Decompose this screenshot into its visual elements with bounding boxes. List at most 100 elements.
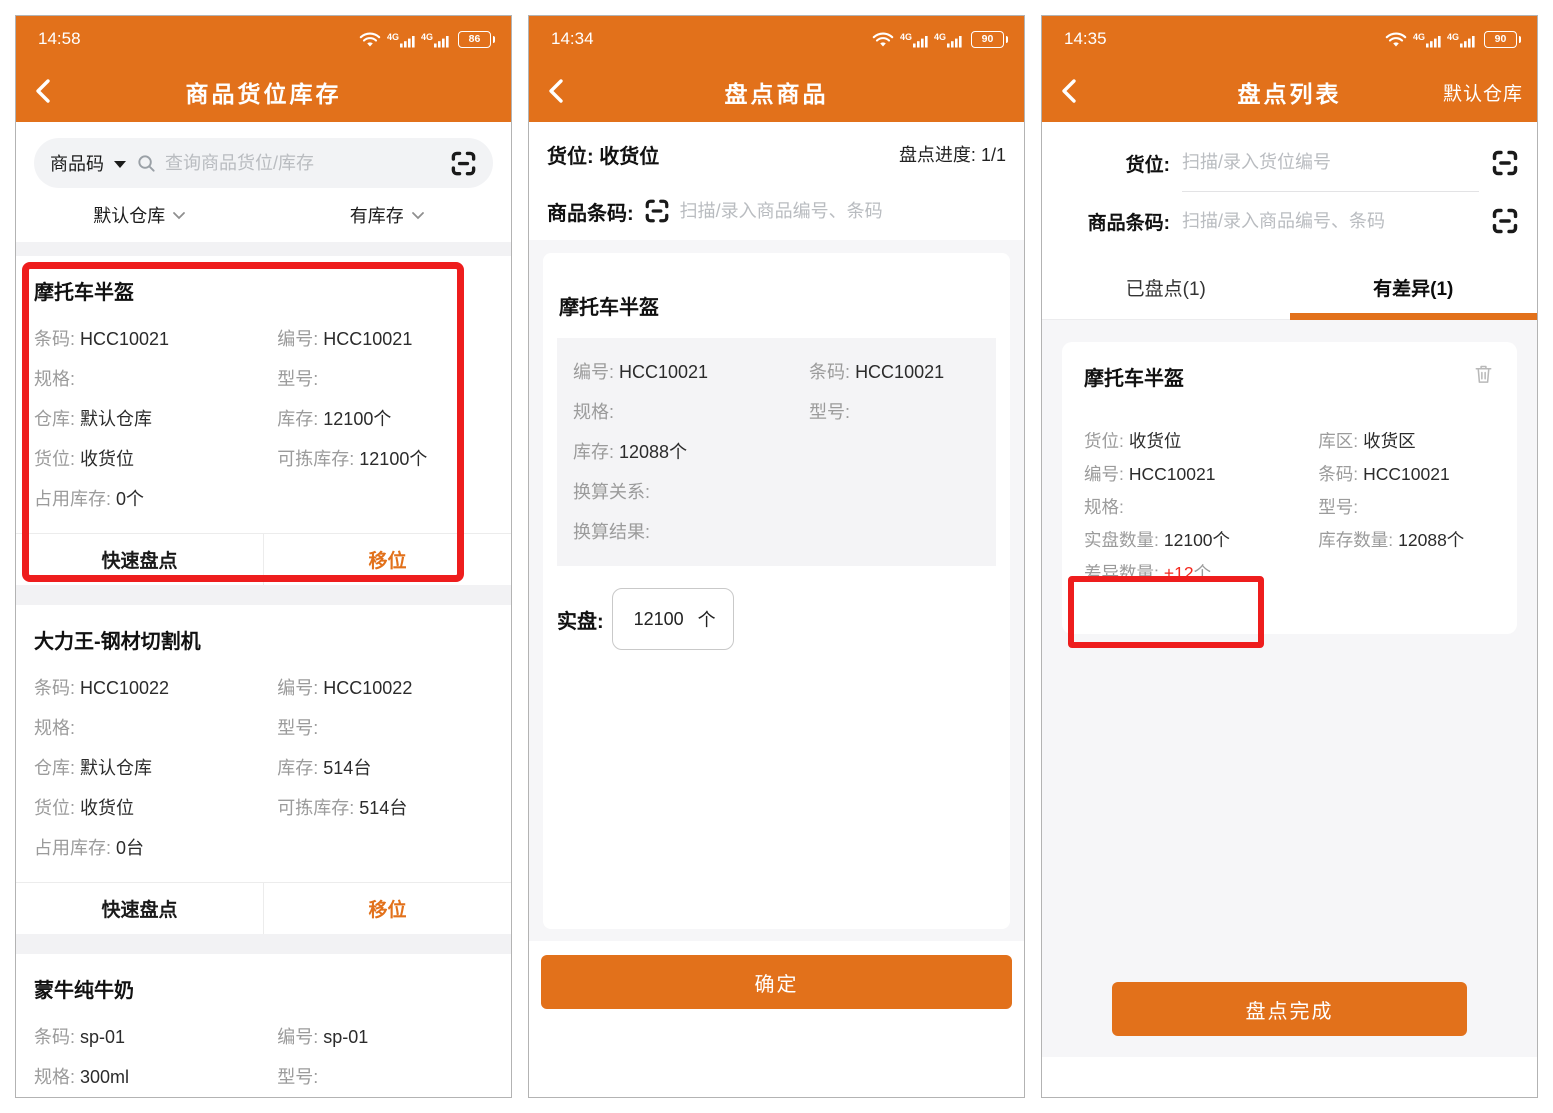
move-button[interactable]: 移位 [263,883,511,934]
battery-level: 90 [971,31,1004,48]
scan-inputs: 货位: 商品条码: [1042,122,1537,250]
barcode-label: 商品条码: [1060,208,1170,235]
status-bar: 14:58 4G 4G 86 [16,16,511,62]
divider [16,242,511,256]
signal-4g-icon: 4G [1413,35,1442,48]
annotation-red-box [22,262,464,582]
product-title: 蒙牛纯牛奶 [34,970,493,1017]
search-bar[interactable]: 商品码 [34,138,493,188]
footer: 盘点完成 [1112,982,1467,1036]
product-row: 换算结果: [573,512,980,552]
product-title: 大力王-钢材切割机 [34,621,493,668]
signal-4g-icon: 4G [900,35,929,48]
battery-icon: 90 [971,31,1008,48]
barcode-label: 商品条码: [547,197,634,226]
product-card: 蒙牛纯牛奶 条码:sp-01 编号:sp-01 规格:300ml 型号: [16,954,511,1097]
footer: 确定 [529,941,1024,1072]
count-body: 摩托车半盔 编号:HCC10021 条码:HCC10021 规格: 型号: 库存… [529,240,1024,941]
screenshot-collage: 14:58 4G 4G 86 商品货位库存 商品码 默认仓库 有库存 [0,0,1553,1113]
warehouse-filter[interactable]: 默认仓库 [16,202,264,228]
actual-count-field[interactable]: 个 [612,588,734,650]
barcode-input-row: 商品条码: [1060,192,1519,250]
product-row: 条码:sp-01 编号:sp-01 [34,1017,493,1057]
product-row: 占用库存:0台 [34,828,493,868]
unit-label: 个 [698,606,716,632]
warehouse-selector[interactable]: 默认仓库 [1443,79,1523,106]
divider [16,585,511,605]
divider [16,934,511,954]
battery-level: 86 [458,31,491,48]
status-time: 14:35 [1064,29,1107,49]
location-value: 货位: 收货位 [547,140,659,169]
product-row: 换算关系: [573,472,980,512]
location-label: 货位: [1060,150,1170,177]
product-row: 仓库:默认仓库 库存:514台 [34,748,493,788]
product-title: 摩托车半盔 [557,267,996,338]
actual-count-label: 实盘: [557,605,604,634]
search-category-dropdown[interactable]: 商品码 [50,150,104,176]
product-row: 实盘数量:12100个 库存数量:12088个 [1084,524,1495,557]
wifi-icon [871,31,895,48]
location-input-row: 货位: [1060,134,1519,192]
finish-count-button[interactable]: 盘点完成 [1112,982,1467,1036]
signal-4g-icon: 4G [1447,35,1476,48]
screen-count-list: 14:35 4G 4G 90 盘点列表 默认仓库 货位: 商品条码: [1041,15,1538,1098]
active-tab-indicator [1290,313,1538,320]
actual-count-row: 实盘: 个 [557,588,996,650]
trash-icon[interactable] [1472,362,1495,386]
product-row: 规格: 型号: [1084,491,1495,524]
nav-bar: 盘点列表 默认仓库 [1042,62,1537,122]
product-row: 条码:HCC10022 编号:HCC10022 [34,668,493,708]
status-bar: 14:34 4G 4G 90 [529,16,1024,62]
product-row: 库存:12088个 [573,432,980,472]
annotation-red-box [1068,576,1264,648]
nav-bar: 盘点商品 [529,62,1024,122]
scan-icon[interactable] [1491,149,1519,177]
caret-down-icon [114,161,126,168]
scan-icon[interactable] [450,150,477,177]
product-row: 编号:HCC10021 条码:HCC10021 [573,352,980,392]
product-detail-card: 摩托车半盔 编号:HCC10021 条码:HCC10021 规格: 型号: 库存… [543,253,1010,929]
wifi-icon [358,31,382,48]
signal-4g-icon: 4G [421,35,450,48]
product-row: 货位:收货位 可拣库存:514台 [34,788,493,828]
card-actions: 快速盘点 移位 [16,882,511,934]
confirm-button[interactable]: 确定 [541,955,1012,1009]
status-time: 14:58 [38,29,81,49]
count-header: 货位: 收货位 盘点进度: 1/1 商品条码: [529,122,1024,240]
status-time: 14:34 [551,29,594,49]
product-card: 大力王-钢材切割机 条码:HCC10022 编号:HCC10022 规格: 型号… [16,605,511,934]
location-input[interactable] [1182,152,1479,173]
product-row: 规格: 型号: [573,392,980,432]
nav-bar: 商品货位库存 [16,62,511,122]
search-input[interactable] [165,153,442,174]
product-row: 规格:300ml 型号: [34,1057,493,1097]
scan-icon[interactable] [644,198,670,224]
tab-bar: 已盘点(1) 有差异(1) [1042,256,1537,320]
page-title: 盘点商品 [529,75,1024,109]
page-title: 商品货位库存 [16,75,511,109]
battery-icon: 90 [1484,31,1521,48]
tab-counted[interactable]: 已盘点(1) [1042,256,1290,319]
scan-icon[interactable] [1491,207,1519,235]
search-icon [136,153,157,174]
product-title: 摩托车半盔 [1084,362,1184,391]
product-row: 规格: 型号: [34,708,493,748]
tab-discrepancy[interactable]: 有差异(1) [1290,256,1538,319]
stock-filter[interactable]: 有库存 [264,202,512,228]
count-progress: 盘点进度: 1/1 [899,141,1006,167]
quick-count-button[interactable]: 快速盘点 [16,883,263,934]
screen-product-location-inventory: 14:58 4G 4G 86 商品货位库存 商品码 默认仓库 有库存 [15,15,512,1098]
actual-count-input[interactable] [630,609,688,630]
battery-icon: 86 [458,31,495,48]
list-body: 摩托车半盔 货位:收货位 库区:收货区 编号:HCC10021 条码:HCC10… [1042,320,1537,1057]
product-row: 货位:收货位 库区:收货区 [1084,425,1495,458]
status-bar: 14:35 4G 4G 90 [1042,16,1537,62]
battery-level: 90 [1484,31,1517,48]
product-row: 编号:HCC10021 条码:HCC10021 [1084,458,1495,491]
wifi-icon [1384,31,1408,48]
filter-row: 默认仓库 有库存 [16,188,511,242]
barcode-input[interactable] [1182,211,1479,232]
product-detail-box: 编号:HCC10021 条码:HCC10021 规格: 型号: 库存:12088… [557,338,996,566]
barcode-input[interactable] [680,201,1006,222]
